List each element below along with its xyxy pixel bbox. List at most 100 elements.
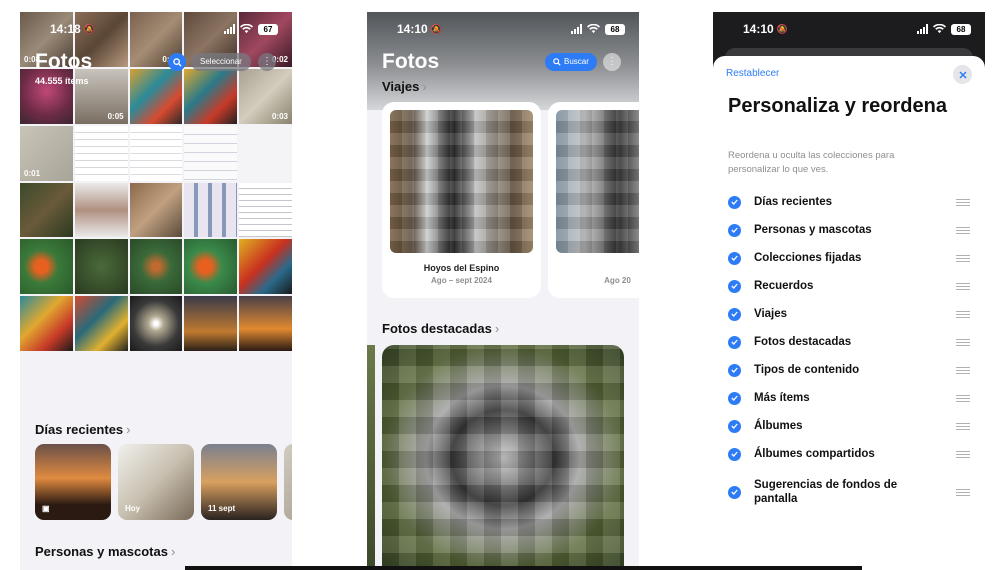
photo-thumb[interactable]: [74, 296, 128, 352]
reset-button[interactable]: Restablecer: [726, 68, 779, 79]
chevron-right-icon: ›: [422, 79, 427, 94]
collection-row[interactable]: Personas y mascotas: [728, 220, 970, 240]
drag-handle-icon[interactable]: [956, 394, 970, 402]
collection-row[interactable]: Sugerencias de fondos de pantalla: [728, 476, 970, 508]
trip-date: Ago – sept 2024: [431, 276, 492, 285]
photo-thumb[interactable]: [74, 353, 128, 408]
screenshot-thumb[interactable]: [184, 182, 238, 238]
photo-thumb[interactable]: [239, 353, 292, 408]
photo-thumb[interactable]: 0:01: [20, 125, 73, 181]
collection-row[interactable]: Colecciones fijadas: [728, 248, 970, 268]
search-icon: [172, 57, 182, 67]
photo-thumb[interactable]: [20, 182, 73, 238]
close-icon: [958, 70, 967, 79]
sheet-description: Reordena u oculta las colecciones para p…: [728, 150, 895, 175]
page-title: Fotos: [35, 50, 93, 73]
search-button[interactable]: Buscar: [545, 53, 597, 71]
signal-icon: [571, 24, 582, 34]
select-button[interactable]: Seleccionar: [191, 53, 251, 71]
photo-thumb[interactable]: [184, 353, 238, 408]
drag-handle-icon[interactable]: [956, 282, 970, 290]
trip-card[interactable]: Hoyos del Espino Ago – sept 2024: [382, 102, 541, 298]
section-label: Personas y mascotas: [35, 544, 168, 559]
photo-thumb[interactable]: [129, 182, 183, 238]
collection-label: Álbumes: [754, 420, 803, 432]
screenshot-thumb[interactable]: [184, 125, 238, 181]
photo-thumb[interactable]: [129, 296, 183, 352]
clock: 14:10: [743, 22, 774, 36]
checkmark-icon[interactable]: [728, 251, 741, 265]
drag-handle-icon[interactable]: [956, 450, 970, 458]
screenshot-thumb[interactable]: [74, 125, 128, 181]
drag-handle-icon[interactable]: [956, 422, 970, 430]
recent-day-card[interactable]: ▣: [35, 444, 111, 520]
collection-row[interactable]: Viajes: [728, 304, 970, 324]
checkmark-icon[interactable]: [728, 363, 741, 377]
drag-handle-icon[interactable]: [956, 198, 970, 206]
drag-handle-icon[interactable]: [956, 310, 970, 318]
checkmark-icon[interactable]: [728, 485, 741, 499]
trip-card[interactable]: Ago 20: [548, 102, 639, 298]
video-duration: 0:05: [107, 111, 124, 121]
collection-row[interactable]: Fotos destacadas: [728, 332, 970, 352]
video-duration: 0:01: [24, 168, 41, 178]
photo-thumb[interactable]: [20, 353, 73, 408]
collection-row[interactable]: Recuerdos: [728, 276, 970, 296]
camera-bag-icon: ▣: [42, 504, 50, 513]
collection-row[interactable]: Más ítems: [728, 388, 970, 408]
photo-thumb[interactable]: [74, 239, 128, 295]
photo-thumb[interactable]: [184, 296, 238, 352]
photo-thumb[interactable]: [184, 239, 238, 295]
drag-handle-icon[interactable]: [956, 226, 970, 234]
section-recent-days[interactable]: Días recientes ›: [35, 422, 131, 437]
trip-cover-pixelated: [390, 110, 533, 253]
more-button[interactable]: ⋮: [258, 53, 276, 71]
checkmark-icon[interactable]: [728, 195, 741, 209]
collection-row[interactable]: Días recientes: [728, 192, 970, 212]
photo-thumb[interactable]: [239, 239, 292, 295]
status-bar: 14:10 🔕 68: [713, 12, 985, 46]
search-label: Buscar: [564, 57, 589, 66]
checkmark-icon[interactable]: [728, 223, 741, 237]
collection-row[interactable]: Álbumes compartidos: [728, 444, 970, 464]
section-label: Días recientes: [35, 422, 124, 437]
photo-thumb[interactable]: [129, 353, 183, 408]
photo-thumb[interactable]: [239, 296, 292, 352]
recent-day-card[interactable]: 11 sept: [201, 444, 277, 520]
screenshot-thumb[interactable]: [129, 125, 183, 181]
recent-day-label: Hoy: [125, 504, 141, 513]
drag-handle-icon[interactable]: [956, 338, 970, 346]
photo-thumb[interactable]: [20, 296, 73, 352]
checkmark-icon[interactable]: [728, 391, 741, 405]
featured-photo-pixelated[interactable]: [382, 345, 624, 570]
chevron-right-icon: ›: [126, 422, 131, 437]
section-featured-photos[interactable]: Fotos destacadas ›: [382, 321, 499, 336]
checkmark-icon[interactable]: [728, 279, 741, 293]
collection-row[interactable]: Álbumes: [728, 416, 970, 436]
drag-handle-icon[interactable]: [956, 366, 970, 374]
photo-thumb[interactable]: [129, 239, 183, 295]
photo-thumb[interactable]: [20, 239, 73, 295]
screenshot-thumb[interactable]: [74, 182, 128, 238]
checkmark-icon[interactable]: [728, 447, 741, 461]
screenshot-thumb[interactable]: [239, 182, 292, 238]
recent-day-card[interactable]: Hoy: [118, 444, 194, 520]
photo-thumb[interactable]: [239, 125, 292, 181]
checkmark-icon[interactable]: [728, 335, 741, 349]
search-button[interactable]: [168, 53, 186, 71]
recent-day-card[interactable]: [284, 444, 292, 520]
drag-handle-icon[interactable]: [956, 488, 970, 496]
more-button[interactable]: ⋮: [603, 53, 621, 71]
checkmark-icon[interactable]: [728, 419, 741, 433]
collection-label: Fotos destacadas: [754, 336, 852, 348]
status-bar: 14:10 🔕 68: [367, 12, 639, 46]
collection-row[interactable]: Tipos de contenido: [728, 360, 970, 380]
close-button[interactable]: [953, 65, 972, 84]
checkmark-icon[interactable]: [728, 307, 741, 321]
bell-muted-icon: 🔕: [83, 23, 95, 34]
section-trips[interactable]: Viajes ›: [382, 79, 427, 94]
phone-photos-collections: 14:10 🔕 68 Fotos Buscar ⋮ Viajes › Hoyos d…: [367, 12, 639, 570]
section-people-pets[interactable]: Personas y mascotas ›: [35, 544, 175, 559]
drag-handle-icon[interactable]: [956, 254, 970, 262]
collection-label: Personas y mascotas: [754, 224, 872, 236]
